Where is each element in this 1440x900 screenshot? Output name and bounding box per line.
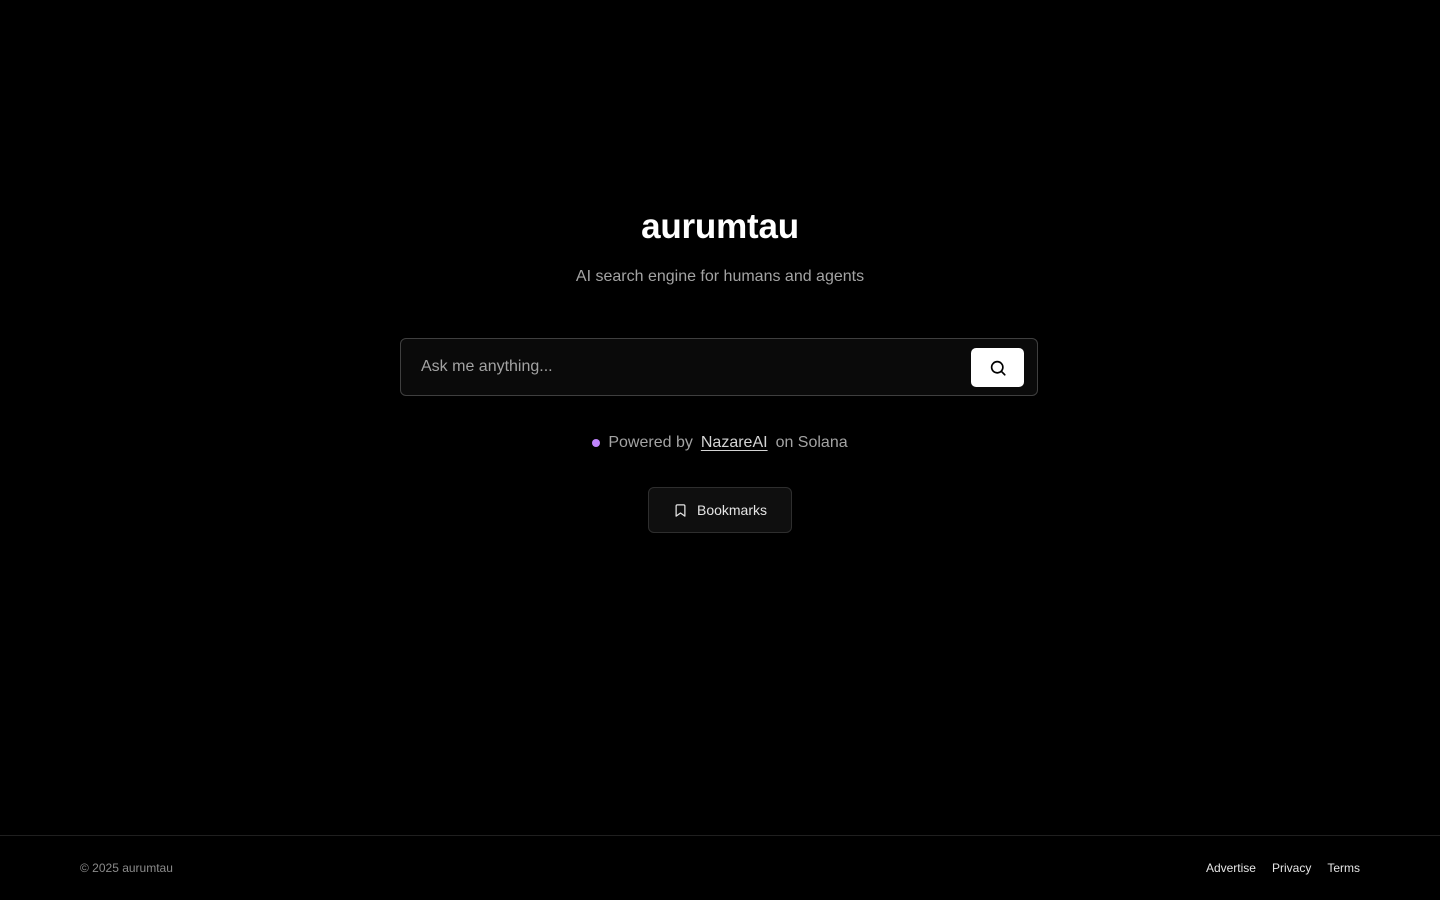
tagline: AI search engine for humans and agents <box>575 268 865 285</box>
bookmark-icon <box>673 503 688 518</box>
search-button[interactable] <box>971 348 1024 387</box>
powered-by-prefix: Powered by <box>608 434 693 451</box>
search-box <box>400 338 1038 396</box>
footer: © 2025 aurumtau Advertise Privacy Terms <box>0 835 1440 900</box>
footer-link-advertise[interactable]: Advertise <box>1206 860 1256 876</box>
search-input[interactable] <box>402 340 962 394</box>
main-content: aurumtau AI search engine for humans and… <box>0 0 1440 835</box>
brand-title: aurumtau <box>641 207 799 246</box>
copyright: © 2025 aurumtau <box>80 861 173 875</box>
nazareai-link[interactable]: NazareAI <box>701 434 768 452</box>
search-icon <box>989 359 1007 377</box>
bookmarks-button[interactable]: Bookmarks <box>648 487 792 533</box>
bookmarks-label: Bookmarks <box>696 502 768 518</box>
status-dot <box>592 439 601 447</box>
powered-by: Powered by NazareAI on Solana <box>0 432 1440 454</box>
footer-link-terms[interactable]: Terms <box>1327 860 1360 876</box>
footer-link-privacy[interactable]: Privacy <box>1272 860 1311 876</box>
footer-links: Advertise Privacy Terms <box>1206 860 1360 876</box>
powered-by-suffix: on Solana <box>775 434 848 451</box>
page: aurumtau AI search engine for humans and… <box>0 0 1440 900</box>
